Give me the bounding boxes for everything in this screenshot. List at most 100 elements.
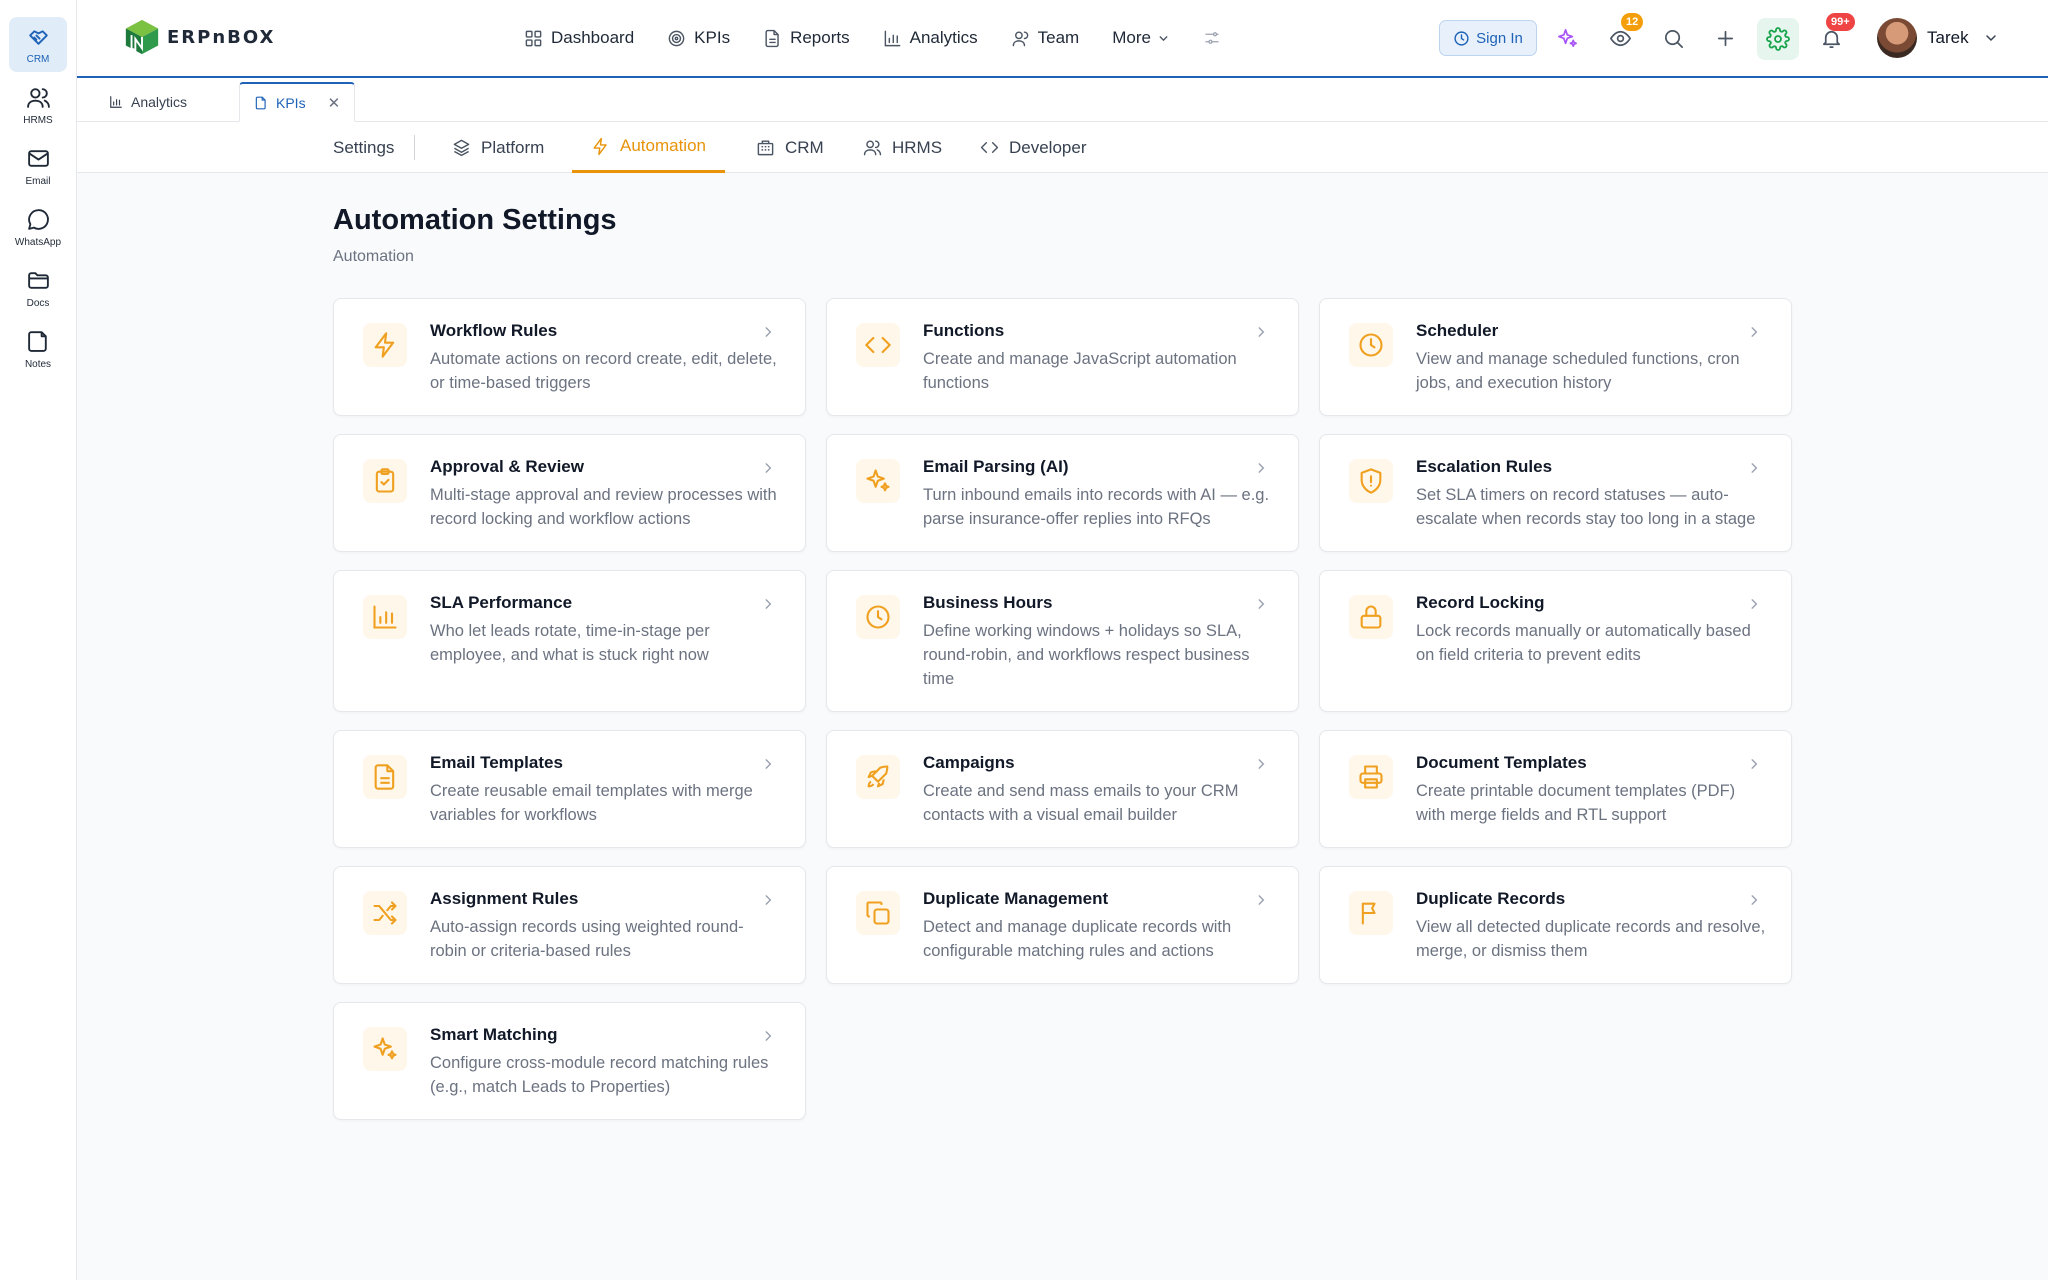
card-title: Campaigns bbox=[923, 753, 1015, 772]
notifications-badge: 99+ bbox=[1826, 13, 1855, 31]
page-tab-kpis[interactable]: KPIs ✕ bbox=[239, 82, 356, 122]
nav-more[interactable]: More bbox=[1112, 28, 1170, 48]
card-icon bbox=[856, 595, 900, 639]
nav-analytics[interactable]: Analytics bbox=[883, 28, 978, 48]
rocket-icon bbox=[867, 765, 889, 788]
card-title: Document Templates bbox=[1416, 753, 1587, 772]
top-navbar: ERPnBOX Dashboard KPIs Reports Analytics… bbox=[77, 0, 2048, 78]
clock-icon bbox=[1454, 30, 1469, 46]
card-assignment-rules[interactable]: Assignment Rules Auto-assign records usi… bbox=[333, 866, 806, 984]
card-functions[interactable]: Functions Create and manage JavaScript a… bbox=[826, 298, 1299, 416]
card-record-locking[interactable]: Record Locking Lock records manually or … bbox=[1319, 570, 1792, 712]
tab-platform[interactable]: Platform bbox=[433, 122, 563, 173]
settings-subnav: Settings Platform Automation CRM HRMS De… bbox=[77, 122, 2048, 173]
nav-dashboard[interactable]: Dashboard bbox=[524, 28, 634, 48]
building-icon bbox=[757, 140, 774, 156]
card-description: Create printable document templates (PDF… bbox=[1416, 782, 1736, 824]
card-scheduler[interactable]: Scheduler View and manage scheduled func… bbox=[1319, 298, 1792, 416]
handshake-icon bbox=[28, 30, 48, 45]
bolt-icon bbox=[593, 137, 607, 155]
settings-label[interactable]: Settings bbox=[333, 138, 394, 158]
ai-button[interactable] bbox=[1551, 22, 1583, 54]
rail-item-whatsapp[interactable]: WhatsApp bbox=[9, 200, 67, 255]
watch-button[interactable]: 12 bbox=[1604, 13, 1644, 54]
shuffle-icon bbox=[373, 901, 397, 925]
card-title: Record Locking bbox=[1416, 593, 1545, 612]
card-title: Email Parsing (AI) bbox=[923, 457, 1069, 476]
card-icon bbox=[1349, 459, 1393, 503]
card-document-templates[interactable]: Document Templates Create printable docu… bbox=[1319, 730, 1792, 848]
add-button[interactable] bbox=[1709, 22, 1741, 54]
shield-alert-icon bbox=[1360, 468, 1382, 494]
card-icon bbox=[1349, 323, 1393, 367]
tab-label: CRM bbox=[785, 137, 824, 157]
card-email-templates[interactable]: Email Templates Create reusable email te… bbox=[333, 730, 806, 848]
user-menu[interactable]: Tarek bbox=[1877, 18, 1999, 58]
card-description: Detect and manage duplicate records with… bbox=[923, 918, 1232, 960]
plus-icon bbox=[1717, 30, 1733, 46]
avatar bbox=[1877, 18, 1917, 58]
note-icon bbox=[27, 331, 47, 352]
rail-item-crm[interactable]: CRM bbox=[9, 17, 67, 72]
chevron-right-icon bbox=[761, 597, 775, 611]
sign-in-button[interactable]: Sign In bbox=[1439, 20, 1537, 56]
tab-automation[interactable]: Automation bbox=[572, 122, 725, 173]
chevron-right-icon bbox=[1254, 325, 1268, 339]
lock-icon bbox=[1360, 605, 1382, 629]
card-smart-matching[interactable]: Smart Matching Configure cross-module re… bbox=[333, 1002, 806, 1120]
nav-customize[interactable] bbox=[1203, 29, 1229, 47]
card-duplicate-records[interactable]: Duplicate Records View all detected dupl… bbox=[1319, 866, 1792, 984]
copy-icon bbox=[866, 901, 890, 925]
search-button[interactable] bbox=[1657, 22, 1689, 54]
card-description: Multi-stage approval and review processe… bbox=[430, 486, 777, 528]
notifications-button[interactable]: 99+ bbox=[1815, 13, 1855, 54]
card-title: Smart Matching bbox=[430, 1025, 558, 1044]
card-sla-performance[interactable]: SLA Performance Who let leads rotate, ti… bbox=[333, 570, 806, 712]
card-title: Workflow Rules bbox=[430, 321, 558, 340]
brand-logo[interactable]: ERPnBOX bbox=[123, 18, 275, 56]
card-title: Duplicate Management bbox=[923, 889, 1109, 908]
gear-icon bbox=[1766, 27, 1790, 51]
tab-crm[interactable]: CRM bbox=[737, 122, 843, 173]
sparkles-icon bbox=[373, 1037, 397, 1060]
card-title: Escalation Rules bbox=[1416, 457, 1553, 476]
nav-label: More bbox=[1112, 28, 1151, 47]
rail-item-email[interactable]: Email bbox=[9, 139, 67, 194]
card-workflow-rules[interactable]: Workflow Rules Automate actions on recor… bbox=[333, 298, 806, 416]
divider bbox=[414, 135, 415, 160]
users-icon bbox=[863, 140, 882, 156]
close-tab-icon[interactable]: ✕ bbox=[328, 94, 341, 112]
nav-team[interactable]: Team bbox=[1011, 28, 1079, 48]
card-description: Create and send mass emails to your CRM … bbox=[923, 782, 1239, 824]
card-approval-review[interactable]: Approval & Review Multi-stage approval a… bbox=[333, 434, 806, 552]
page-tab-analytics[interactable]: Analytics bbox=[95, 82, 201, 122]
tab-label: Automation bbox=[620, 136, 706, 155]
rail-item-notes[interactable]: Notes bbox=[9, 322, 67, 377]
nav-label: Reports bbox=[790, 28, 850, 47]
page-tabs-bar: Analytics KPIs ✕ bbox=[77, 78, 2048, 122]
card-icon bbox=[856, 459, 900, 503]
card-escalation-rules[interactable]: Escalation Rules Set SLA timers on recor… bbox=[1319, 434, 1792, 552]
chevron-right-icon bbox=[1254, 893, 1268, 907]
chevron-right-icon bbox=[1254, 461, 1268, 475]
nav-reports[interactable]: Reports bbox=[763, 28, 850, 48]
chevron-right-icon bbox=[1747, 757, 1761, 771]
main-nav: Dashboard KPIs Reports Analytics Team Mo… bbox=[524, 0, 1262, 76]
settings-button[interactable] bbox=[1757, 18, 1799, 60]
card-campaigns[interactable]: Campaigns Create and send mass emails to… bbox=[826, 730, 1299, 848]
card-description: Automate actions on record create, edit,… bbox=[430, 350, 777, 392]
card-duplicate-management[interactable]: Duplicate Management Detect and manage d… bbox=[826, 866, 1299, 984]
tab-hrms[interactable]: HRMS bbox=[844, 122, 961, 173]
card-description: Create reusable email templates with mer… bbox=[430, 782, 753, 824]
tab-developer[interactable]: Developer bbox=[961, 122, 1106, 173]
rail-label: WhatsApp bbox=[14, 237, 62, 248]
card-email-parsing[interactable]: Email Parsing (AI) Turn inbound emails i… bbox=[826, 434, 1299, 552]
rail-item-hrms[interactable]: HRMS bbox=[9, 78, 67, 133]
rail-item-docs[interactable]: Docs bbox=[9, 261, 67, 316]
chevron-right-icon bbox=[761, 757, 775, 771]
file-text-icon bbox=[765, 29, 779, 47]
nav-kpis[interactable]: KPIs bbox=[667, 28, 730, 48]
code-icon bbox=[980, 142, 999, 153]
card-business-hours[interactable]: Business Hours Define working windows + … bbox=[826, 570, 1299, 712]
card-icon bbox=[1349, 595, 1393, 639]
